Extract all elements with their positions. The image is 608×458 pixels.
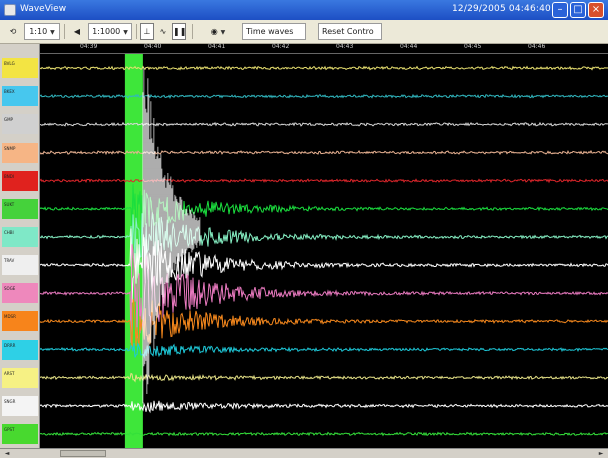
window-title: WaveView [20,4,67,14]
reset-icon: ⟲ [9,27,17,36]
back-button[interactable]: ◀ [68,23,86,40]
toolbar-separator [192,24,193,39]
maximize-button[interactable]: □ [570,2,586,18]
channel-label[interactable]: CHBI [2,226,38,247]
channel-label[interactable]: GPST [2,423,38,444]
time-waves-button[interactable]: Time waves [242,23,306,40]
time-ruler: 04:39 04:40 04:41 04:42 04:43 04:44 04:45 04:46 [40,43,608,54]
close-icon: × [591,4,601,15]
channel-label[interactable]: GMP [2,114,38,135]
channel-label[interactable]: BVLG [2,58,38,79]
toolbar-separator [136,24,137,39]
time-tick-label: 04:42 [272,43,290,50]
channel-label[interactable]: SOGE [2,283,38,304]
time-waves-label: Time waves [246,27,294,36]
zoom-select[interactable]: 1:10 ▼ [24,23,60,40]
chevron-down-icon: ▼ [123,29,128,36]
channel-label[interactable]: SUKT [2,198,38,219]
filter-button[interactable]: ⊥ [140,23,154,40]
minimize-button[interactable]: – [552,2,568,18]
channel-label[interactable]: TRAV [2,255,38,276]
seismogram-svg [39,54,608,448]
time-tick-label: 04:46 [528,43,546,50]
chevron-down-icon: ▼ [50,29,55,36]
zoom-value: 1:10 [29,27,48,36]
reset-button[interactable]: ⟲ [4,23,22,40]
channel-label[interactable]: BNDI [2,170,38,191]
pause-icon: ❚❚ [173,27,187,36]
time-tick-label: 04:44 [400,43,418,50]
channel-label-column: BVLG BKEX GMP SNMP BNDI SUKT CHBI TRAV SOGE MDSR D… [0,44,40,448]
window-timestamp: 12/29/2005 04:46:40 [452,4,551,14]
time-tick-label: 04:43 [336,43,354,50]
display-options-icon: ◉ [210,27,218,36]
maximize-icon: □ [573,4,583,15]
channel-label[interactable]: SNMP [2,142,38,163]
channel-label[interactable]: BKEX [2,86,38,107]
time-tick-label: 04:41 [208,43,226,50]
scroll-thumb[interactable] [60,450,106,457]
reset-control-label: Reset Contro [322,27,374,36]
scroll-left-icon[interactable]: ◄ [2,449,12,458]
toolbar-separator [64,24,65,39]
reset-control-button[interactable]: Reset Contro [318,23,382,40]
channel-label[interactable]: ARST [2,367,38,388]
filter-icon: ⊥ [143,27,151,36]
wave-icon: ∿ [159,27,167,36]
pause-button[interactable]: ❚❚ [172,23,186,40]
horizontal-scrollbar[interactable]: ◄ ► [0,448,608,458]
time-tick-label: 04:39 [80,43,98,50]
minimize-icon: – [557,4,563,15]
arrow-back-icon: ◀ [73,27,81,36]
time-tick-label: 04:40 [144,43,162,50]
close-button[interactable]: × [588,2,604,18]
time-tick-label: 04:45 [464,43,482,50]
channel-label[interactable]: MDSR [2,311,38,332]
toolbar: ⟲ 1:10 ▼ ◀ 1:1000 ▼ ⊥ ∿ ❚❚ ◉ ▼ Time waves R… [0,20,608,44]
channel-label[interactable]: SNGR [2,395,38,416]
wave-button[interactable]: ∿ [156,23,170,40]
title-bar: WaveView 12/29/2005 04:46:40 – □ × [0,0,608,20]
scroll-right-icon[interactable]: ► [596,449,606,458]
channel-label[interactable]: DRRR [2,339,38,360]
app-icon [4,4,16,16]
scale-value: 1:1000 [92,27,121,36]
seismogram-display[interactable] [39,54,608,448]
scale-select[interactable]: 1:1000 ▼ [88,23,132,40]
display-options-button[interactable]: ◉ ▼ [198,23,238,40]
chevron-down-icon: ▼ [220,29,226,36]
